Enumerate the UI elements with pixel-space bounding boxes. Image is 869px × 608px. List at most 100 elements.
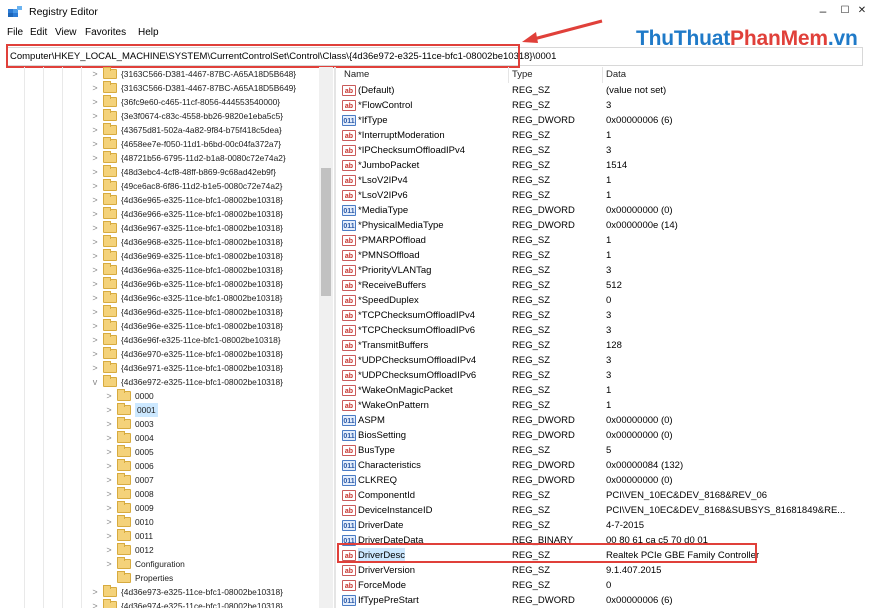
- chevron-right-icon[interactable]: >: [90, 235, 100, 249]
- value-type: REG_SZ: [512, 310, 551, 321]
- tree-scrollbar-thumb[interactable]: [321, 168, 331, 296]
- menu-file[interactable]: File: [7, 27, 23, 38]
- chevron-right-icon[interactable]: >: [90, 599, 100, 608]
- menu-favorites[interactable]: Favorites: [85, 27, 126, 38]
- value-row[interactable]: 011 *IfType REG_DWORD 0x00000006 (6): [336, 113, 869, 128]
- value-row[interactable]: ab BusType REG_SZ 5: [336, 443, 869, 458]
- string-value-icon: ab: [342, 235, 356, 246]
- value-row[interactable]: ab *TCPChecksumOffloadIPv6 REG_SZ 3: [336, 323, 869, 338]
- chevron-right-icon[interactable]: >: [104, 417, 114, 431]
- chevron-right-icon[interactable]: >: [104, 445, 114, 459]
- chevron-right-icon[interactable]: >: [104, 487, 114, 501]
- close-button[interactable]: ✕: [852, 4, 869, 18]
- value-row[interactable]: ab ComponentId REG_SZ PCI\VEN_10EC&DEV_8168…: [336, 488, 869, 503]
- chevron-right-icon[interactable]: >: [90, 221, 100, 235]
- chevron-right-icon[interactable]: >: [90, 249, 100, 263]
- minimize-button[interactable]: –: [813, 4, 833, 18]
- chevron-right-icon[interactable]: >: [104, 557, 114, 571]
- menu-view[interactable]: View: [55, 27, 77, 38]
- chevron-right-icon[interactable]: >: [90, 137, 100, 151]
- tree-scrollbar[interactable]: [319, 67, 333, 608]
- column-header-type[interactable]: Type: [512, 69, 533, 80]
- column-header-name[interactable]: Name: [344, 69, 369, 80]
- value-row[interactable]: ab *LsoV2IPv6 REG_SZ 1: [336, 188, 869, 203]
- value-row[interactable]: ab *FlowControl REG_SZ 3: [336, 98, 869, 113]
- value-row[interactable]: ab *LsoV2IPv4 REG_SZ 1: [336, 173, 869, 188]
- value-row[interactable]: ab *PMNSOffload REG_SZ 1: [336, 248, 869, 263]
- column-header-data[interactable]: Data: [606, 69, 626, 80]
- value-row[interactable]: ab ForceMode REG_SZ 0: [336, 578, 869, 593]
- chevron-right-icon[interactable]: >: [90, 151, 100, 165]
- value-row[interactable]: 011 ASPM REG_DWORD 0x00000000 (0): [336, 413, 869, 428]
- menu-help[interactable]: Help: [138, 27, 159, 38]
- chevron-right-icon[interactable]: >: [90, 123, 100, 137]
- value-row[interactable]: 011 DriverDate REG_SZ 4-7-2015: [336, 518, 869, 533]
- chevron-right-icon[interactable]: >: [90, 109, 100, 123]
- chevron-right-icon[interactable]: >: [104, 473, 114, 487]
- chevron-right-icon[interactable]: >: [90, 361, 100, 375]
- value-row[interactable]: ab *UDPChecksumOffloadIPv6 REG_SZ 3: [336, 368, 869, 383]
- value-name: DriverDate: [358, 520, 404, 531]
- chevron-right-icon[interactable]: >: [104, 501, 114, 515]
- value-row[interactable]: 011 CLKREQ REG_DWORD 0x00000000 (0): [336, 473, 869, 488]
- value-name: ForceMode: [358, 580, 407, 591]
- folder-icon: [117, 473, 131, 485]
- chevron-right-icon[interactable]: >: [90, 319, 100, 333]
- registry-editor-icon: [8, 6, 22, 17]
- value-row[interactable]: ab *JumboPacket REG_SZ 1514: [336, 158, 869, 173]
- tree-item-label: {49ce6ac8-6f86-11d2-b1e5-0080c72e74a2}: [121, 181, 283, 191]
- column-divider[interactable]: [602, 67, 603, 83]
- value-row[interactable]: ab *WakeOnPattern REG_SZ 1: [336, 398, 869, 413]
- chevron-right-icon[interactable]: >: [104, 431, 114, 445]
- values-list[interactable]: Name Type Data ab (Default) REG_SZ (value n…: [336, 67, 869, 608]
- value-row[interactable]: ab *IPChecksumOffloadIPv4 REG_SZ 3: [336, 143, 869, 158]
- chevron-right-icon[interactable]: >: [104, 389, 114, 403]
- value-row[interactable]: ab *SpeedDuplex REG_SZ 0: [336, 293, 869, 308]
- chevron-right-icon[interactable]: >: [90, 585, 100, 599]
- chevron-right-icon[interactable]: >: [90, 277, 100, 291]
- chevron-right-icon[interactable]: >: [104, 543, 114, 557]
- folder-icon: [103, 109, 117, 121]
- chevron-right-icon[interactable]: >: [90, 347, 100, 361]
- column-divider[interactable]: [508, 67, 509, 83]
- chevron-right-icon[interactable]: >: [104, 459, 114, 473]
- chevron-down-icon[interactable]: v: [90, 375, 100, 389]
- chevron-right-icon[interactable]: >: [90, 67, 100, 81]
- string-value-icon: ab: [342, 445, 356, 456]
- chevron-right-icon[interactable]: >: [90, 95, 100, 109]
- key-tree[interactable]: > {3163C566-D381-4467-87BC-A65A18D5B648} >…: [6, 67, 331, 608]
- chevron-right-icon[interactable]: >: [90, 81, 100, 95]
- value-row[interactable]: ab *PMARPOffload REG_SZ 1: [336, 233, 869, 248]
- value-row[interactable]: ab *ReceiveBuffers REG_SZ 512: [336, 278, 869, 293]
- value-row[interactable]: ab DeviceInstanceID REG_SZ PCI\VEN_10EC&DEV…: [336, 503, 869, 518]
- chevron-right-icon[interactable]: >: [90, 291, 100, 305]
- folder-icon: [103, 193, 117, 205]
- value-type: REG_SZ: [512, 100, 551, 111]
- value-row[interactable]: 011 IfTypePreStart REG_DWORD 0x00000006 (6): [336, 593, 869, 608]
- chevron-right-icon[interactable]: >: [104, 529, 114, 543]
- chevron-right-icon[interactable]: >: [90, 165, 100, 179]
- value-row[interactable]: 011 BiosSetting REG_DWORD 0x00000000 (0): [336, 428, 869, 443]
- chevron-right-icon[interactable]: >: [90, 207, 100, 221]
- value-row[interactable]: ab *TCPChecksumOffloadIPv4 REG_SZ 3: [336, 308, 869, 323]
- chevron-right-icon[interactable]: >: [90, 193, 100, 207]
- chevron-right-icon[interactable]: >: [90, 179, 100, 193]
- value-row[interactable]: ab *WakeOnMagicPacket REG_SZ 1: [336, 383, 869, 398]
- value-row[interactable]: ab *InterruptModeration REG_SZ 1: [336, 128, 869, 143]
- string-value-icon: ab: [342, 385, 356, 396]
- value-row[interactable]: ab *PriorityVLANTag REG_SZ 3: [336, 263, 869, 278]
- value-row[interactable]: ab *TransmitBuffers REG_SZ 128: [336, 338, 869, 353]
- value-row[interactable]: ab DriverVersion REG_SZ 9.1.407.2015: [336, 563, 869, 578]
- chevron-right-icon[interactable]: >: [90, 263, 100, 277]
- chevron-right-icon[interactable]: >: [90, 305, 100, 319]
- chevron-right-icon[interactable]: >: [104, 515, 114, 529]
- value-row[interactable]: ab (Default) REG_SZ (value not set): [336, 83, 869, 98]
- chevron-right-icon[interactable]: >: [90, 333, 100, 347]
- value-row[interactable]: 011 *MediaType REG_DWORD 0x00000000 (0): [336, 203, 869, 218]
- chevron-right-icon[interactable]: >: [104, 403, 114, 417]
- value-row[interactable]: 011 *PhysicalMediaType REG_DWORD 0x0000000e…: [336, 218, 869, 233]
- value-row[interactable]: ab *UDPChecksumOffloadIPv4 REG_SZ 3: [336, 353, 869, 368]
- folder-icon: [103, 361, 117, 373]
- value-row[interactable]: 011 Characteristics REG_DWORD 0x00000084 (1…: [336, 458, 869, 473]
- menu-edit[interactable]: Edit: [30, 27, 47, 38]
